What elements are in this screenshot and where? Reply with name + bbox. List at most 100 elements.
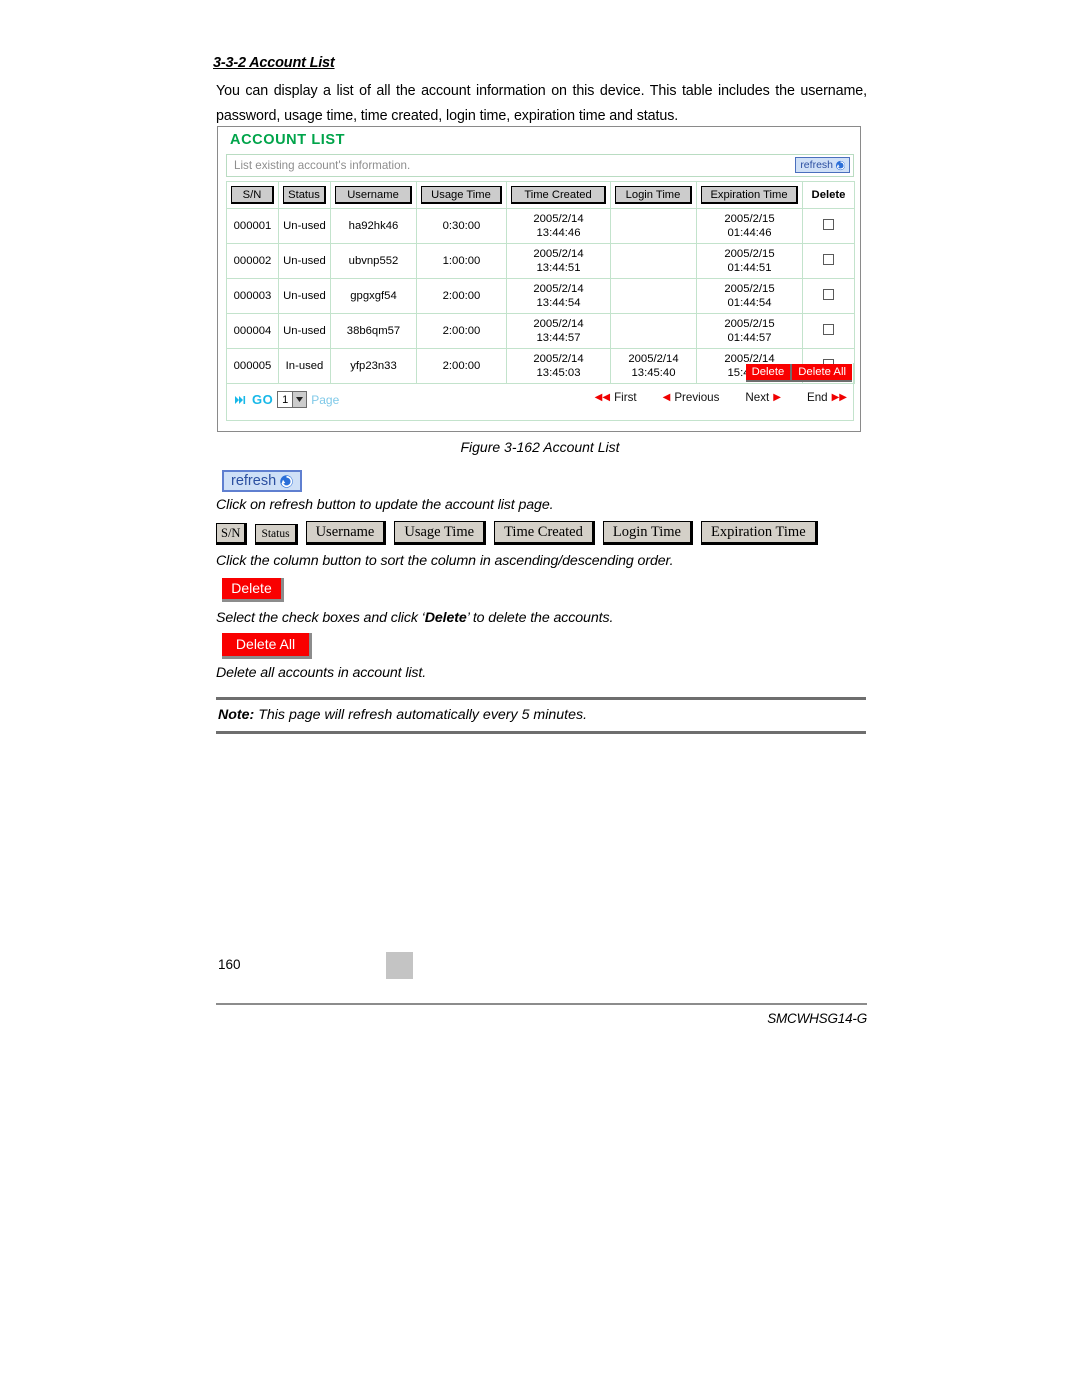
note-rule-top xyxy=(216,697,866,700)
cell-usage-time: 1:00:00 xyxy=(416,243,507,279)
column-header-usage-time: Usage Time xyxy=(416,181,507,209)
column-header-login-time: Login Time xyxy=(610,181,697,209)
page-select-value: 1 xyxy=(282,393,289,406)
cell-delete xyxy=(802,278,855,314)
row-delete-checkbox[interactable] xyxy=(823,288,834,300)
pagination-first[interactable]: ◀◀ First xyxy=(595,391,637,404)
time-created-date: 2005/2/14 xyxy=(533,318,584,330)
next-arrow-icon: ▶ xyxy=(773,391,781,403)
cell-delete xyxy=(802,313,855,349)
go-button[interactable]: GO xyxy=(252,392,273,407)
legend-sort-button-login-time[interactable]: Login Time xyxy=(602,521,693,545)
table-row: 000001 Un-used ha92hk46 0:30:00 2005/2/1… xyxy=(226,208,855,244)
sort-button-expiration-time[interactable]: Expiration Time xyxy=(701,186,798,204)
pagination-end-label: End xyxy=(806,391,828,404)
legend-delete-desc-pre: Select the check boxes and click ‘ xyxy=(216,610,425,626)
sort-button-login-time[interactable]: Login Time xyxy=(615,186,692,204)
column-header-sn: S/N xyxy=(226,181,279,209)
sort-button-sn[interactable]: S/N xyxy=(231,186,274,204)
expiration-date: 2005/2/15 xyxy=(724,318,775,330)
row-delete-checkbox[interactable] xyxy=(823,323,834,335)
delete-button-group: Delete Delete All xyxy=(745,364,852,382)
cell-delete xyxy=(802,208,855,244)
table-row: 000003 Un-used gpgxgf54 2:00:00 2005/2/1… xyxy=(226,278,855,314)
time-created-time: 13:44:46 xyxy=(536,227,581,239)
legend-refresh-description: Click on refresh button to update the ac… xyxy=(216,497,554,513)
refresh-icon xyxy=(280,474,293,488)
panel-title: ACCOUNT LIST xyxy=(230,132,346,148)
scan-artifact xyxy=(386,952,413,979)
document-id: SMCWHSG14-G xyxy=(767,1011,867,1026)
delete-button[interactable]: Delete xyxy=(745,364,793,382)
row-delete-checkbox[interactable] xyxy=(823,253,834,265)
sort-button-time-created[interactable]: Time Created xyxy=(511,186,606,204)
legend-sort-button-username[interactable]: Username xyxy=(305,521,387,545)
cell-delete xyxy=(802,243,855,279)
legend-delete-all-description: Delete all accounts in account list. xyxy=(216,665,427,681)
expiration-time: 01:44:51 xyxy=(727,262,772,274)
legend-sort-button-sn[interactable]: S/N xyxy=(216,523,248,545)
pagination-previous[interactable]: ◀ Previous xyxy=(663,391,720,404)
legend-sort-button-time-created[interactable]: Time Created xyxy=(494,521,595,545)
delete-all-button[interactable]: Delete All xyxy=(792,364,852,382)
cell-status: Un-used xyxy=(278,313,331,349)
page-number: 160 xyxy=(218,957,241,972)
pagination-next[interactable]: Next ▶ xyxy=(745,391,781,404)
cell-login-time xyxy=(610,208,697,244)
legend-delete-desc-bold: Delete xyxy=(424,610,467,626)
cell-status: Un-used xyxy=(278,208,331,244)
legend-column-description: Click the column button to sort the colu… xyxy=(216,553,674,569)
page-label: Page xyxy=(311,392,340,407)
sort-button-username[interactable]: Username xyxy=(335,186,412,204)
table-row: 000002 Un-used ubvnp552 1:00:00 2005/2/1… xyxy=(226,243,855,279)
cell-usage-time: 0:30:00 xyxy=(416,208,507,244)
legend-delete-all-button[interactable]: Delete All xyxy=(222,633,312,659)
page-go-group: GO 1 Page xyxy=(235,391,339,408)
legend-refresh-button[interactable]: refresh xyxy=(222,470,303,492)
expiration-time: 01:44:46 xyxy=(727,227,772,239)
refresh-button[interactable]: refresh xyxy=(795,157,850,173)
legend-sort-button-status[interactable]: Status xyxy=(255,524,298,545)
column-header-time-created: Time Created xyxy=(506,181,611,209)
section-heading: 3-3-2 Account List xyxy=(213,55,335,71)
cell-username: ha92hk46 xyxy=(330,208,417,244)
sort-button-usage-time[interactable]: Usage Time xyxy=(421,186,502,204)
pagination-controls: ◀◀ First ◀ Previous Next ▶ End ▶▶ xyxy=(595,391,847,404)
page-select[interactable]: 1 xyxy=(277,391,308,408)
cell-username: ubvnp552 xyxy=(330,243,417,279)
row-delete-checkbox[interactable] xyxy=(823,218,834,230)
figure-caption: Figure 3-162 Account List xyxy=(460,439,620,455)
section-paragraph: You can display a list of all the accoun… xyxy=(216,83,867,124)
note-label: Note: xyxy=(218,707,255,723)
cell-username: 38b6qm57 xyxy=(330,313,417,349)
column-header-expiration-time: Expiration Time xyxy=(696,181,803,209)
account-table: S/N Status Username Usage Time Time Crea… xyxy=(226,181,855,384)
pagination-end[interactable]: End ▶▶ xyxy=(807,391,847,404)
time-created-date: 2005/2/14 xyxy=(533,283,584,295)
pagination-next-label: Next xyxy=(745,391,770,404)
cell-expiration-time: 2005/2/15 01:44:57 xyxy=(696,313,803,349)
panel-subtitle: List existing account's information. xyxy=(234,159,411,172)
document-page: 3-3-2 Account List You can display a lis… xyxy=(0,0,1080,1397)
legend-sort-button-expiration-time[interactable]: Expiration Time xyxy=(700,521,818,545)
time-created-date: 2005/2/14 xyxy=(533,213,584,225)
cell-sn: 000001 xyxy=(226,208,279,244)
previous-arrow-icon: ◀ xyxy=(662,391,671,403)
time-created-date: 2005/2/14 xyxy=(533,248,584,260)
legend-delete-description: Select the check boxes and click ‘Delete… xyxy=(216,610,613,626)
cell-usage-time: 2:00:00 xyxy=(416,313,507,349)
cell-sn: 000004 xyxy=(226,313,279,349)
note-body: This page will refresh automatically eve… xyxy=(254,707,588,723)
cell-time-created: 2005/2/14 13:44:57 xyxy=(506,313,611,349)
expiration-date: 2005/2/15 xyxy=(724,213,775,225)
legend-delete-button[interactable]: Delete xyxy=(222,578,284,602)
chevron-down-icon xyxy=(292,392,307,407)
table-header-row: S/N Status Username Usage Time Time Crea… xyxy=(226,181,855,209)
column-header-status: Status xyxy=(278,181,331,209)
cell-expiration-time: 2005/2/15 01:44:54 xyxy=(696,278,803,314)
legend-sort-button-usage-time[interactable]: Usage Time xyxy=(394,521,487,545)
account-list-panel: ACCOUNT LIST List existing account's inf… xyxy=(217,126,861,432)
cell-time-created: 2005/2/14 13:44:54 xyxy=(506,278,611,314)
legend-column-buttons: S/N Status Username Usage Time Time Crea… xyxy=(216,521,818,545)
sort-button-status[interactable]: Status xyxy=(283,186,326,204)
